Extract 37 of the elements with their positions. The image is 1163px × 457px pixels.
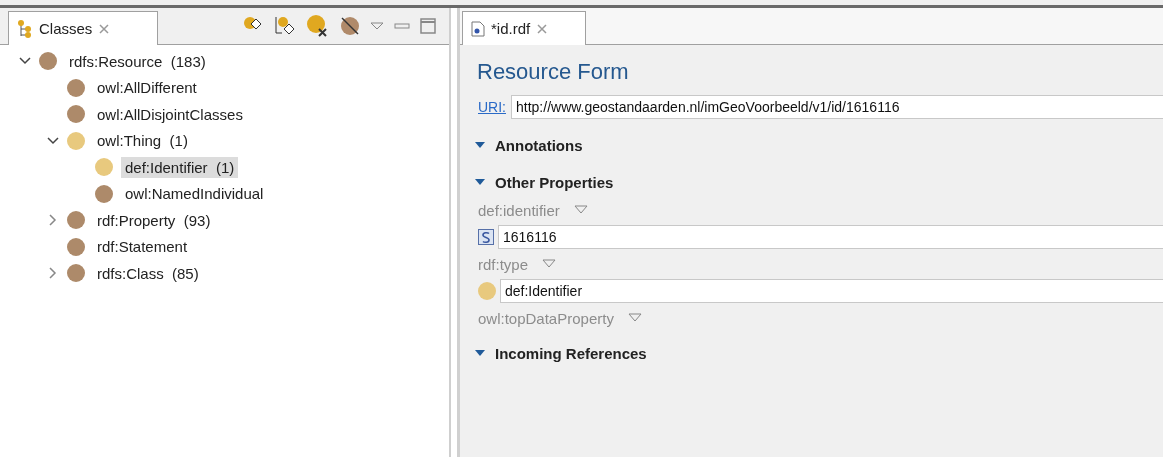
section-title[interactable]: Incoming References <box>495 344 647 362</box>
dropdown-arrow-icon[interactable] <box>573 205 588 215</box>
class-tree-item[interactable]: rdf:Property (93) <box>93 209 215 231</box>
close-icon[interactable] <box>536 22 549 35</box>
file-icon <box>471 20 485 37</box>
section-title[interactable]: Other Properties <box>495 173 614 191</box>
uri-field[interactable]: http://www.geostandaarden.nl/imGeoVoorbeeld/v1/id/1616116 <box>511 95 1163 119</box>
string-literal-icon <box>478 229 494 245</box>
section-title[interactable]: Annotations <box>495 136 583 154</box>
property-label: owl:topDataProperty <box>478 309 614 327</box>
class-tree-item[interactable]: owl:AllDifferent <box>93 77 201 99</box>
editor-tab[interactable]: *id.rdf <box>462 11 586 45</box>
class-tree-item[interactable]: rdfs:Class (85) <box>93 262 203 284</box>
section-toggle-icon[interactable] <box>474 140 486 150</box>
add-subclass-icon[interactable] <box>273 15 297 37</box>
value-field[interactable]: 1616116 <box>498 225 1163 249</box>
classes-tab[interactable]: Classes <box>8 11 158 45</box>
maximize-icon[interactable] <box>419 17 437 35</box>
class-tree-item[interactable]: rdfs:Resource (183) <box>65 50 210 72</box>
section-toggle-icon[interactable] <box>474 348 486 358</box>
class-tree-item[interactable]: def:Identifier (1) <box>121 156 239 178</box>
class-tree-item[interactable]: owl:AllDisjointClasses <box>93 103 247 125</box>
form-title: Resource Form <box>477 59 630 85</box>
property-label: def:identifier <box>478 201 560 219</box>
section-toggle-icon[interactable] <box>474 177 486 187</box>
class-tree-item[interactable]: rdf:Statement <box>93 236 192 258</box>
uri-link[interactable]: URI: <box>478 99 506 115</box>
view-menu-icon[interactable] <box>369 20 385 32</box>
dropdown-arrow-icon[interactable] <box>542 259 557 269</box>
dropdown-arrow-icon[interactable] <box>627 313 642 323</box>
hide-icon[interactable] <box>339 15 361 37</box>
value-field[interactable]: def:Identifier <box>500 279 1163 303</box>
hierarchy-icon <box>17 19 33 38</box>
class-tree-item[interactable]: owl:NamedIndividual <box>121 183 268 205</box>
class-tree-item[interactable]: owl:Thing (1) <box>93 130 192 152</box>
property-label: rdf:type <box>478 255 529 273</box>
close-icon[interactable] <box>98 22 111 35</box>
